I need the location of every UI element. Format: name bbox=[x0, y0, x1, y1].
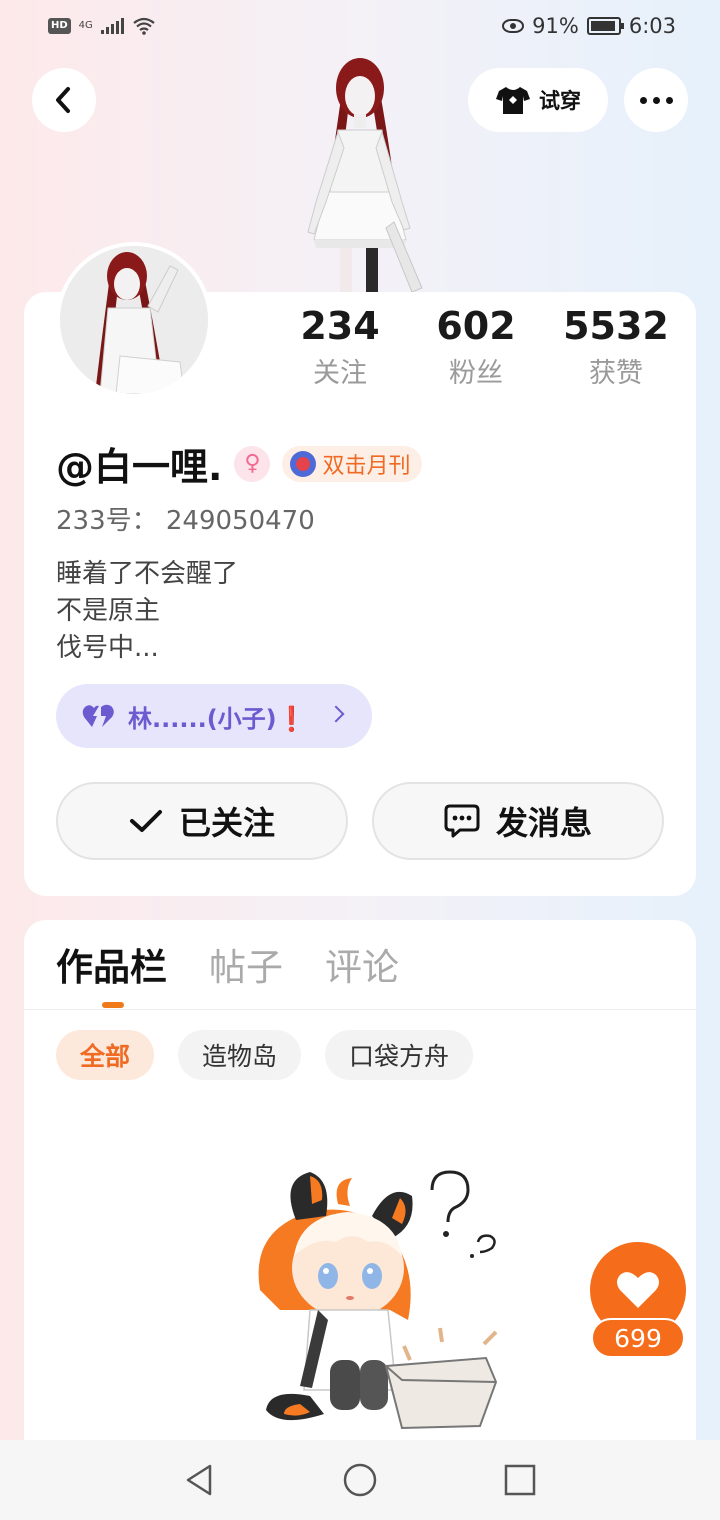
tab-posts[interactable]: 帖子 bbox=[209, 940, 283, 996]
user-id[interactable]: 233号： 249050470 bbox=[56, 500, 315, 537]
eye-comfort-icon bbox=[502, 19, 525, 33]
message-label: 发消息 bbox=[495, 804, 592, 842]
tryon-button[interactable]: 试穿 bbox=[468, 68, 608, 132]
message-button[interactable]: 发消息 bbox=[372, 782, 664, 860]
tab-comments[interactable]: 评论 bbox=[325, 940, 399, 996]
empty-state-illustration bbox=[258, 1170, 498, 1430]
relation-chip[interactable]: 林......(小子)❗ bbox=[56, 684, 372, 748]
works-filters: 全部 造物岛 口袋方舟 bbox=[56, 1030, 474, 1080]
tab-works[interactable]: 作品栏 bbox=[56, 940, 167, 996]
username: @白一哩. bbox=[56, 445, 223, 489]
network-type: 4G bbox=[78, 20, 93, 31]
bio-line: 睡着了不会醒了 bbox=[56, 559, 239, 589]
title-badge[interactable]: 双击月刊 bbox=[282, 445, 423, 482]
nav-home-icon[interactable] bbox=[342, 1462, 378, 1498]
status-bar: HD 4G 91% 6:03 bbox=[0, 0, 720, 56]
avatar[interactable] bbox=[56, 242, 212, 398]
chevron-right-icon bbox=[327, 705, 345, 723]
clock: 6:03 bbox=[628, 14, 676, 38]
bio-line: 伐号中... bbox=[56, 633, 159, 663]
stat-following[interactable]: 234 关注 bbox=[275, 302, 405, 394]
follow-button[interactable]: 已关注 bbox=[56, 782, 348, 860]
stat-label: 关注 bbox=[313, 358, 367, 389]
system-nav-bar bbox=[0, 1440, 720, 1520]
hd-badge: HD bbox=[48, 18, 71, 34]
tab-divider bbox=[24, 1009, 696, 1010]
chevron-left-icon bbox=[56, 87, 70, 113]
back-button[interactable] bbox=[32, 68, 96, 132]
more-dots-icon bbox=[639, 96, 673, 104]
stat-value: 5532 bbox=[563, 304, 669, 348]
filter-all[interactable]: 全部 bbox=[56, 1030, 155, 1080]
more-button[interactable] bbox=[624, 68, 688, 132]
tryon-label: 试穿 bbox=[539, 89, 581, 113]
stat-followers[interactable]: 602 粉丝 bbox=[411, 302, 541, 394]
filter-pocket-ark[interactable]: 口袋方舟 bbox=[325, 1030, 474, 1080]
chat-bubble-icon bbox=[444, 804, 480, 838]
relation-label: 林......(小子)❗ bbox=[128, 704, 307, 733]
filter-creation-island[interactable]: 造物岛 bbox=[178, 1030, 302, 1080]
status-left: HD 4G bbox=[48, 17, 156, 35]
heart-icon bbox=[617, 1272, 659, 1308]
username-row: @白一哩. ♀ 双击月刊 bbox=[56, 436, 423, 491]
tab-indicator bbox=[102, 1002, 124, 1008]
heart-icon bbox=[82, 704, 114, 727]
badge-medal-icon bbox=[290, 450, 317, 477]
stat-value: 602 bbox=[436, 304, 516, 348]
stat-label: 粉丝 bbox=[449, 358, 503, 389]
character-figure bbox=[307, 58, 423, 292]
battery-percent: 91% bbox=[532, 14, 579, 38]
stat-label: 获赞 bbox=[589, 358, 643, 389]
like-count: 699 bbox=[591, 1318, 685, 1358]
tshirt-icon bbox=[496, 87, 530, 114]
nav-recents-icon[interactable] bbox=[502, 1462, 538, 1498]
female-icon: ♀ bbox=[234, 445, 271, 482]
battery-icon bbox=[586, 17, 624, 35]
stat-likes[interactable]: 5532 获赞 bbox=[551, 302, 681, 394]
nav-back-icon[interactable] bbox=[182, 1462, 218, 1498]
title-badge-label: 双击月刊 bbox=[322, 453, 411, 479]
avatar-image bbox=[60, 246, 208, 394]
bio: 睡着了不会醒了 不是原主 伐号中... bbox=[56, 556, 238, 667]
signal-icon bbox=[100, 18, 124, 34]
works-tabs: 作品栏 帖子 评论 bbox=[56, 940, 399, 996]
status-right: 91% 6:03 bbox=[502, 14, 676, 38]
check-icon bbox=[129, 810, 162, 832]
wifi-icon bbox=[133, 17, 155, 35]
follow-label: 已关注 bbox=[178, 804, 275, 842]
stat-value: 234 bbox=[300, 304, 380, 348]
bio-line: 不是原主 bbox=[56, 596, 161, 626]
